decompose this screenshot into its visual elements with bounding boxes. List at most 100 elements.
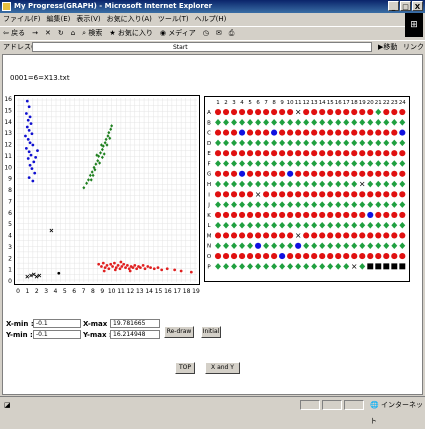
grid-column-header: 14 — [319, 100, 326, 106]
grid-cell-green-diamond — [399, 119, 406, 126]
grid-cell-red-circle — [375, 191, 382, 198]
x-tick-label: 8 — [91, 288, 95, 295]
minimize-button[interactable]: _ — [388, 1, 399, 11]
initial-button[interactable]: Initial — [201, 326, 221, 338]
refresh-icon[interactable]: ↻ — [58, 27, 64, 39]
go-button[interactable]: ▶移動 — [378, 41, 397, 54]
grid-cell-red-circle — [255, 129, 262, 136]
menu-edit[interactable]: 編集(E) — [47, 13, 71, 25]
grid-cell-red-circle — [287, 150, 294, 157]
x-tick-label: 17 — [173, 288, 181, 295]
grid-cell-green-diamond — [359, 160, 366, 167]
redraw-button[interactable]: Re-draw — [164, 326, 194, 338]
grid-cell-green-diamond — [383, 201, 390, 208]
close-button[interactable]: X — [412, 1, 423, 11]
grid-cell-green-diamond — [223, 201, 229, 208]
x-tick-label: 3 — [44, 288, 48, 295]
grid-cell-green-diamond — [271, 139, 278, 147]
grid-cell-x-mark: × — [351, 262, 358, 271]
menu-favorites[interactable]: お気に入り(A) — [107, 13, 152, 25]
grid-cell-green-diamond — [383, 180, 390, 188]
links-button[interactable]: リンク — [403, 41, 424, 54]
grid-cell-red-circle — [335, 170, 342, 177]
grid-cell-red-circle — [327, 253, 334, 260]
grid-cell-green-diamond — [399, 221, 406, 229]
x-tick-label: 4 — [54, 288, 58, 295]
grid-cell-red-circle — [311, 211, 318, 218]
grid-cell-green-diamond — [327, 242, 334, 250]
status-pane — [344, 400, 364, 410]
grid-cell-red-circle — [303, 253, 310, 260]
grid-cell-red-circle — [327, 211, 334, 218]
menu-help[interactable]: ヘルプ(H) — [195, 13, 227, 25]
maximize-button[interactable]: □ — [400, 1, 411, 11]
grid-cell-red-circle — [319, 170, 326, 177]
home-icon[interactable]: ⌂ — [71, 27, 75, 39]
xmax-input[interactable]: 19.781665 — [110, 319, 160, 328]
grid-cell-red-circle — [311, 191, 318, 198]
grid-cell-red-circle — [351, 211, 358, 218]
grid-cell-red-circle — [351, 108, 358, 116]
ymin-input[interactable]: -0.1 — [33, 330, 81, 339]
grid-cell-green-diamond — [375, 180, 382, 188]
x-tick-label: 1 — [25, 288, 29, 295]
grid-cell-red-circle — [311, 129, 318, 136]
grid-cell-green-diamond — [335, 221, 342, 229]
menu-view[interactable]: 表示(V) — [76, 13, 100, 25]
history-icon[interactable]: ◷ — [203, 27, 209, 39]
grid-cell-green-diamond — [223, 119, 229, 126]
grid-cell-green-diamond — [287, 242, 294, 250]
grid-cell-green-diamond — [319, 221, 326, 229]
back-button[interactable]: ⇦ 戻る — [3, 27, 25, 39]
ymax-input[interactable]: 16.214948 — [110, 330, 160, 339]
y-tick-label: 0 — [8, 278, 12, 285]
forward-button[interactable]: → — [32, 27, 38, 39]
grid-cell-green-diamond — [231, 160, 238, 167]
print-icon[interactable]: ⎙ — [229, 27, 235, 39]
grid-cell-green-diamond — [391, 139, 398, 147]
grid-cell-green-diamond — [375, 242, 382, 250]
grid-cell-green-diamond — [359, 263, 366, 270]
page-done-icon: ◪ — [4, 401, 11, 409]
status-pane — [322, 400, 342, 410]
favorites-button[interactable]: ★ お気に入り — [109, 27, 153, 39]
grid-cell-green-diamond — [391, 221, 398, 229]
address-input[interactable]: Start — [32, 42, 372, 52]
grid-cell-red-circle — [383, 191, 390, 198]
grid-cell-blue-circle — [295, 242, 302, 249]
grid-cell-green-diamond — [343, 263, 350, 270]
grid-cell-green-diamond — [223, 160, 229, 167]
grid-cell-green-diamond — [239, 263, 246, 270]
top-button[interactable]: TOP — [175, 362, 195, 374]
grid-cell-red-circle — [287, 108, 294, 116]
grid-cell-red-circle — [335, 129, 342, 136]
grid-cell-blue-circle — [287, 170, 294, 177]
grid-column-header: 20 — [367, 100, 374, 106]
x-and-y-button[interactable]: X and Y — [205, 362, 240, 374]
grid-cell-green-diamond — [215, 180, 221, 188]
mail-icon[interactable]: ✉ — [216, 27, 222, 39]
grid-cell-red-circle — [375, 232, 382, 239]
grid-cell-green-diamond — [375, 108, 382, 116]
grid-cell-green-diamond — [239, 201, 246, 208]
grid-cell-red-circle — [263, 232, 270, 239]
grid-cell-green-diamond — [327, 139, 334, 147]
grid-cell-red-circle — [319, 191, 326, 198]
grid-cell-green-diamond — [239, 139, 246, 147]
search-button[interactable]: ⌕ 検索 — [82, 27, 102, 39]
menu-file[interactable]: ファイル(F) — [3, 13, 41, 25]
grid-cell-green-diamond — [375, 201, 382, 208]
xmin-input[interactable]: -0.1 — [33, 319, 81, 328]
grid-cell-red-circle — [367, 170, 374, 177]
menu-tools[interactable]: ツール(T) — [158, 13, 189, 25]
grid-column-header: 23 — [391, 100, 398, 106]
stop-icon[interactable]: ✕ — [45, 27, 51, 39]
grid-cell-red-circle — [295, 150, 302, 157]
grid-cell-green-diamond — [359, 221, 366, 229]
grid-cell-red-circle — [303, 150, 310, 157]
grid-cell-green-diamond — [359, 139, 366, 147]
x-tick-label: 16 — [164, 288, 172, 295]
grid-cell-green-diamond — [287, 139, 294, 147]
grid-cell-red-circle — [263, 253, 270, 260]
media-button[interactable]: ◉ メディア — [160, 27, 196, 39]
